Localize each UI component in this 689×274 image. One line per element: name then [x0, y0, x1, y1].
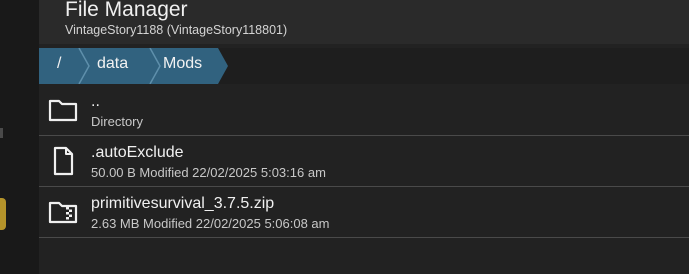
left-edge-mark [0, 128, 3, 138]
breadcrumb-separator [149, 48, 161, 84]
zip-file-icon [48, 201, 78, 224]
left-edge-yellow-mark [0, 198, 6, 230]
file-meta: 50.00 B Modified 22/02/2025 5:03:16 am [91, 165, 326, 180]
left-background-panel [0, 0, 39, 274]
folder-icon [48, 99, 78, 122]
file-icon [53, 146, 74, 176]
file-meta: Directory [91, 114, 144, 129]
breadcrumb-data[interactable]: data [97, 55, 128, 73]
file-meta: 2.63 MB Modified 22/02/2025 5:06:08 am [91, 216, 330, 231]
breadcrumb-mods[interactable]: Mods [163, 55, 202, 73]
file-name: .. [91, 93, 100, 110]
app-title: File Manager [65, 0, 188, 21]
list-item-autoexclude[interactable]: .autoExclude 50.00 B Modified 22/02/2025… [39, 136, 689, 187]
list-item-zip-file[interactable]: primitivesurvival_3.7.5.zip 2.63 MB Modi… [39, 187, 689, 238]
file-name: .autoExclude [91, 144, 184, 161]
breadcrumb-separator [78, 48, 90, 84]
list-item-parent-directory[interactable]: .. Directory [39, 85, 689, 136]
app-header: File Manager VintageStory1188 (VintageSt… [39, 0, 689, 44]
device-name: VintageStory1188 (VintageStory118801) [65, 23, 288, 37]
breadcrumb: / data Mods [39, 48, 689, 84]
breadcrumb-root[interactable]: / [57, 55, 61, 73]
file-name: primitivesurvival_3.7.5.zip [91, 195, 275, 212]
